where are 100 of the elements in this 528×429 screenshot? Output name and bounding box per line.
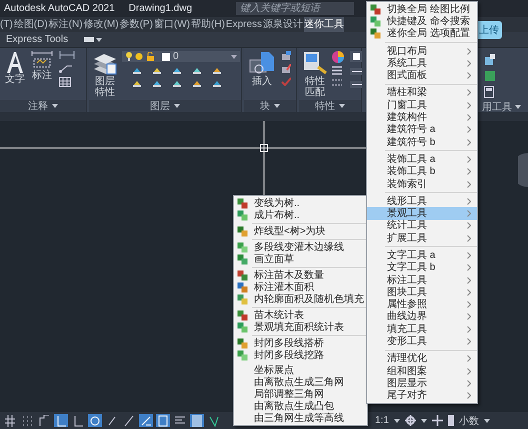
layer-tool-icon[interactable] [172, 79, 182, 88]
menu-item[interactable]: 由离散点生成凸包 [234, 400, 367, 412]
menu-item[interactable]: 装饰索引 [367, 178, 477, 190]
menu-item[interactable]: 文字工具 b [367, 262, 477, 274]
panel-title-bar[interactable]: 图层 [89, 100, 241, 112]
menu-item[interactable]: 内轮廓面积及随机色填充 [234, 293, 367, 305]
status-toggle-button[interactable] [122, 414, 136, 427]
layer-tool-icon[interactable] [132, 66, 142, 75]
menu-item[interactable]: 绘图(D) [14, 17, 48, 32]
menu-item[interactable]: 标注灌木面积 [234, 281, 367, 293]
lineweight-dropdown[interactable] [350, 68, 362, 75]
caret-icon[interactable] [96, 38, 102, 42]
panel-title-bar[interactable]: 注释 [0, 100, 86, 112]
menu-item[interactable]: 属性参照 [367, 298, 477, 311]
menu-item[interactable]: 由离散点生成三角网 [234, 376, 367, 388]
menu-item[interactable]: 修改(M) [84, 17, 119, 32]
menu-item[interactable]: 窗口(W) [154, 17, 190, 32]
edit-block-icon[interactable] [281, 64, 291, 73]
ribbon-tab[interactable]: Express Tools [6, 34, 68, 45]
menu-item[interactable]: 曲线边界 [367, 310, 477, 324]
layer-tool-icon[interactable] [192, 66, 202, 75]
layer-tool-icon[interactable] [152, 79, 162, 88]
menu-item[interactable]: 标注苗木及数量 [234, 269, 367, 281]
color-dropdown[interactable] [350, 51, 362, 62]
menu-item[interactable]: 图式面板 [367, 69, 477, 82]
menu-item[interactable]: 坐标展点 [234, 364, 367, 376]
ribbon-tool-button[interactable]: 文字 [5, 51, 25, 85]
caret-icon[interactable] [231, 54, 237, 58]
menu-item[interactable]: 源泉设计 [263, 17, 304, 32]
menu-item[interactable]: 封闭多段线挖路 [234, 349, 367, 361]
menu-item[interactable]: 建筑构件 [367, 111, 477, 124]
menu-item[interactable]: 扩展工具 [367, 232, 477, 244]
linear-dimension-icon[interactable] [59, 51, 75, 59]
ribbon-tool-button[interactable]: 图层特性 [94, 51, 116, 98]
menu-item[interactable]: 参数(P) [120, 17, 153, 32]
menu-item[interactable]: 由三角网生成等高线 [234, 412, 367, 424]
menu-item[interactable]: 景观工具 [367, 207, 477, 220]
calculator-icon[interactable] [484, 86, 494, 98]
linetype-icon[interactable] [332, 78, 342, 87]
layer-tool-icon[interactable] [192, 79, 202, 88]
menu-item[interactable]: 统计工具 [367, 220, 477, 232]
menu-item[interactable]: 迷你全局 选项配置 [367, 28, 477, 40]
menu-item[interactable]: 线形工具 [367, 195, 477, 208]
menu-item[interactable]: 图块工具 [367, 286, 477, 299]
menu-item[interactable]: 成片布树.. [234, 209, 367, 221]
menu-item[interactable]: 局部调整三角网 [234, 388, 367, 400]
menu-item[interactable]: 墙柱和梁 [367, 86, 477, 100]
menu-item[interactable]: 迷你工具 [304, 17, 344, 32]
annotation-scale[interactable]: 1:1 [375, 415, 389, 426]
menu-item[interactable]: 建筑符号 b [367, 136, 477, 148]
ribbon-tool-button[interactable]: 标注 [31, 51, 53, 81]
status-toggle-button[interactable] [20, 414, 34, 427]
panel-title-bar[interactable]: 块 [244, 100, 296, 112]
menu-item[interactable]: 变形工具 [367, 335, 477, 348]
caret-icon[interactable] [274, 104, 280, 108]
leader-icon[interactable] [59, 63, 73, 73]
color-wheel-icon[interactable] [332, 51, 344, 63]
table-icon[interactable] [59, 77, 71, 87]
menu-item[interactable]: 尾子对齐 [367, 390, 477, 402]
units-label[interactable]: 小数 [458, 414, 479, 428]
ribbon-tool-button[interactable]: 插入 [249, 51, 275, 87]
menu-item[interactable]: 图层显示 [367, 377, 477, 390]
menu-item[interactable]: 装饰工具 b [367, 166, 477, 178]
caret-icon[interactable] [484, 418, 490, 422]
status-toggle-button[interactable] [88, 414, 102, 427]
layer-tool-icon[interactable] [172, 66, 182, 75]
panel-title-bar[interactable]: 用工具 [482, 100, 521, 114]
caret-icon[interactable] [420, 418, 427, 422]
menu-item[interactable]: 清理优化 [367, 352, 477, 366]
menu-item[interactable]: Express [226, 17, 262, 32]
tab-dropdown[interactable] [84, 37, 102, 42]
layer-tool-icon[interactable] [152, 66, 162, 75]
status-toggle-button[interactable] [37, 414, 51, 427]
status-toggle-button[interactable] [207, 414, 221, 427]
menu-item[interactable]: 炸线型<树>为块 [234, 225, 367, 237]
create-block-icon[interactable] [281, 51, 291, 60]
menu-item[interactable]: 景观填充面积统计表 [234, 321, 367, 333]
menu-item[interactable]: 建筑符号 a [367, 124, 477, 136]
menu-item[interactable]: 组和图案 [367, 365, 477, 378]
plus-icon[interactable] [432, 415, 443, 426]
linetype-dropdown[interactable] [350, 81, 362, 88]
caret-icon[interactable] [394, 418, 400, 422]
menu-item[interactable]: 文字工具 a [367, 249, 477, 262]
menu-item[interactable]: 视口布局 [367, 44, 477, 58]
layer-dropdown[interactable]: 0 [122, 51, 240, 62]
layer-tool-icon[interactable] [212, 79, 222, 88]
upload-button[interactable]: 上传 [476, 21, 502, 39]
caret-icon[interactable] [174, 104, 180, 108]
tool-icon[interactable] [484, 54, 496, 65]
menu-item[interactable]: 系统工具 [367, 57, 477, 70]
status-toggle-button[interactable] [156, 414, 170, 427]
menu-item[interactable]: 变线为树.. [234, 197, 367, 209]
menu-item[interactable]: 标注工具 [367, 274, 477, 286]
menu-item[interactable]: 门窗工具 [367, 99, 477, 112]
menu-item[interactable]: 填充工具 [367, 323, 477, 336]
menu-item[interactable]: 帮助(H) [191, 17, 225, 32]
panel-title-bar[interactable]: 特性 [299, 100, 361, 112]
gear-icon[interactable] [404, 415, 416, 426]
status-toggle-button[interactable] [190, 414, 204, 427]
caret-icon[interactable] [52, 104, 58, 108]
